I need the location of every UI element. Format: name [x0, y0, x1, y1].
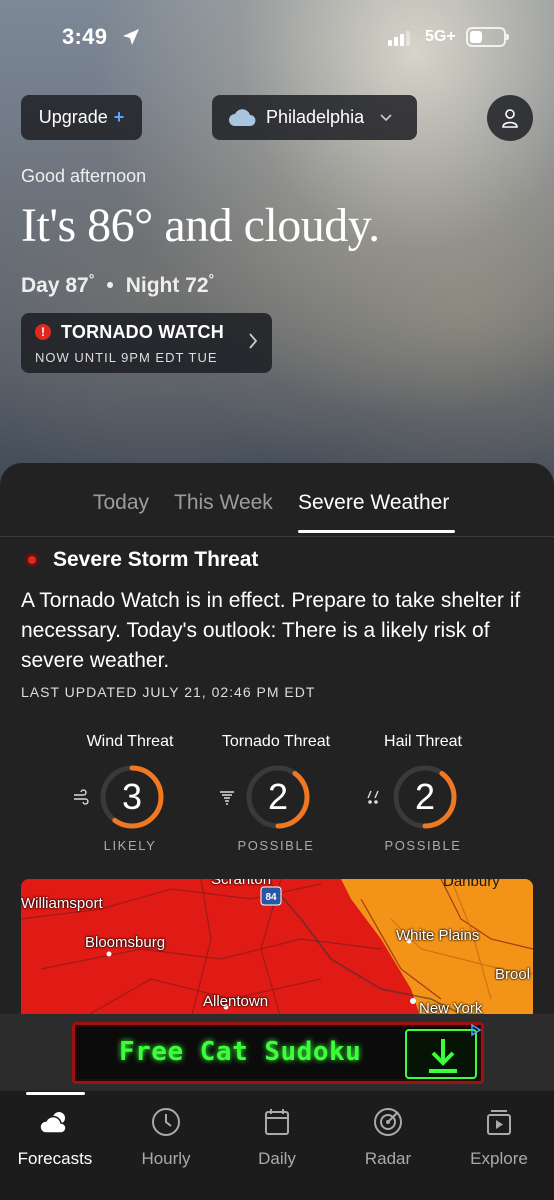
- threat-value: 3: [121, 776, 143, 817]
- nav-label: Hourly: [141, 1149, 191, 1168]
- degree-mark: °: [208, 271, 215, 287]
- upgrade-label: Upgrade: [38, 107, 108, 127]
- threat-label: Tornado Threat: [221, 733, 331, 750]
- status-time: 3:49: [62, 24, 108, 49]
- signal-icon: [388, 30, 410, 46]
- threat-level: LIKELY: [103, 838, 157, 853]
- clock-icon: [152, 1108, 180, 1136]
- degree-mark: °: [88, 271, 95, 287]
- nav-radar[interactable]: Radar: [333, 1105, 443, 1169]
- tornado-icon: [220, 791, 234, 805]
- sky-background: [0, 0, 554, 520]
- person-icon: [502, 109, 518, 128]
- wind-threat[interactable]: Wind Threat 3 LIKELY: [60, 733, 200, 853]
- plus-icon: +: [113, 107, 125, 127]
- map-city-label: Brool: [495, 966, 531, 983]
- ad-text: Free Cat Sudoku: [119, 1037, 362, 1067]
- threat-gauge: 2: [206, 765, 346, 835]
- night-temp: Night 72: [125, 274, 209, 297]
- chevron-right-icon: [249, 333, 258, 349]
- nav-label: Daily: [258, 1149, 296, 1168]
- alert-subtitle: NOW UNTIL 9PM EDT TUE: [35, 350, 218, 365]
- location-selector[interactable]: Philadelphia: [212, 95, 417, 140]
- map-city-label: Bloomsburg: [85, 934, 166, 951]
- threat-level: POSSIBLE: [384, 838, 462, 853]
- map-city-label: Scranton: [211, 879, 272, 888]
- nav-daily[interactable]: Daily: [222, 1105, 332, 1169]
- highway-shield: 84: [265, 892, 277, 903]
- location-arrow-icon: [123, 29, 139, 45]
- nav-label: Radar: [364, 1149, 412, 1168]
- cloud-icon: [229, 108, 256, 126]
- map-city-label: Danbury: [443, 879, 500, 890]
- alert-icon: !: [35, 324, 51, 340]
- active-tab-indicator: [298, 530, 455, 533]
- battery-icon: [466, 27, 509, 47]
- threat-value: 2: [267, 776, 289, 817]
- profile-button[interactable]: [487, 95, 533, 141]
- map-city-label: Williamsport: [21, 895, 103, 912]
- map-city-label: Allentown: [203, 993, 269, 1010]
- nav-label: Explore: [470, 1149, 528, 1168]
- threat-gauge: 2: [353, 765, 493, 835]
- severe-weather-map[interactable]: 84 Scranton Danbury Williamsport Bloomsb…: [21, 879, 533, 1019]
- hail-threat[interactable]: Hail Threat 2 POSSIBLE: [353, 733, 493, 853]
- day-temp-group: Day 87°: [21, 271, 94, 298]
- radar-icon: [374, 1108, 402, 1136]
- nav-forecasts[interactable]: Forecasts: [0, 1105, 110, 1169]
- nav-hourly[interactable]: Hourly: [111, 1105, 221, 1169]
- download-icon: [405, 1029, 477, 1079]
- hail-icon: [367, 790, 379, 804]
- storm-threat-dot-icon: [25, 553, 39, 567]
- tabs-divider: [0, 536, 554, 537]
- threat-label: Hail Threat: [384, 733, 462, 750]
- tornado-threat[interactable]: Tornado Threat 2 POSSIBLE: [206, 733, 346, 853]
- current-conditions-headline: It's 86° and cloudy.: [21, 199, 380, 252]
- greeting: Good afternoon: [21, 166, 147, 186]
- active-nav-indicator: [26, 1092, 85, 1095]
- forecast-tabs: Today This Week Severe Weather: [0, 491, 554, 535]
- tab-today[interactable]: Today: [93, 491, 149, 515]
- severe-storm-description: A Tornado Watch is in effect. Prepare to…: [21, 589, 521, 672]
- city-name: Philadelphia: [266, 107, 365, 127]
- last-updated: LAST UPDATED JULY 21, 02:46 PM EDT: [21, 684, 316, 700]
- chevron-down-icon: [380, 113, 392, 121]
- calendar-icon: [265, 1109, 289, 1135]
- threat-label: Wind Threat: [86, 733, 174, 750]
- play-box-icon: [487, 1110, 511, 1135]
- tab-severe-weather[interactable]: Severe Weather: [298, 491, 449, 515]
- threat-gauge: 3: [60, 765, 200, 835]
- wind-icon: [74, 789, 89, 805]
- nav-label: Forecasts: [17, 1149, 93, 1168]
- tab-this-week[interactable]: This Week: [174, 491, 273, 515]
- ad-banner[interactable]: Free Cat Sudoku: [72, 1022, 484, 1084]
- threat-level: POSSIBLE: [237, 838, 315, 853]
- threat-value: 2: [414, 776, 436, 817]
- upgrade-button[interactable]: Upgrade +: [21, 95, 142, 140]
- severe-storm-title: Severe Storm Threat: [53, 548, 259, 571]
- day-temp: Day 87: [21, 274, 89, 297]
- nav-explore[interactable]: Explore: [444, 1105, 554, 1169]
- map-city-label: White Plains: [396, 927, 480, 944]
- status-bar: 3:49 5G+: [0, 0, 554, 76]
- separator-dot: •: [106, 274, 114, 297]
- network-type: 5G+: [425, 28, 456, 45]
- day-night-temps: Day 87° • Night 72°: [21, 271, 214, 298]
- tornado-watch-alert[interactable]: ! TORNADO WATCH NOW UNTIL 9PM EDT TUE: [21, 313, 272, 373]
- alert-title: TORNADO WATCH: [61, 322, 224, 342]
- cloud-sun-icon: [39, 1112, 67, 1134]
- night-temp-group: Night 72°: [126, 271, 214, 298]
- adchoices-icon[interactable]: [469, 1023, 483, 1037]
